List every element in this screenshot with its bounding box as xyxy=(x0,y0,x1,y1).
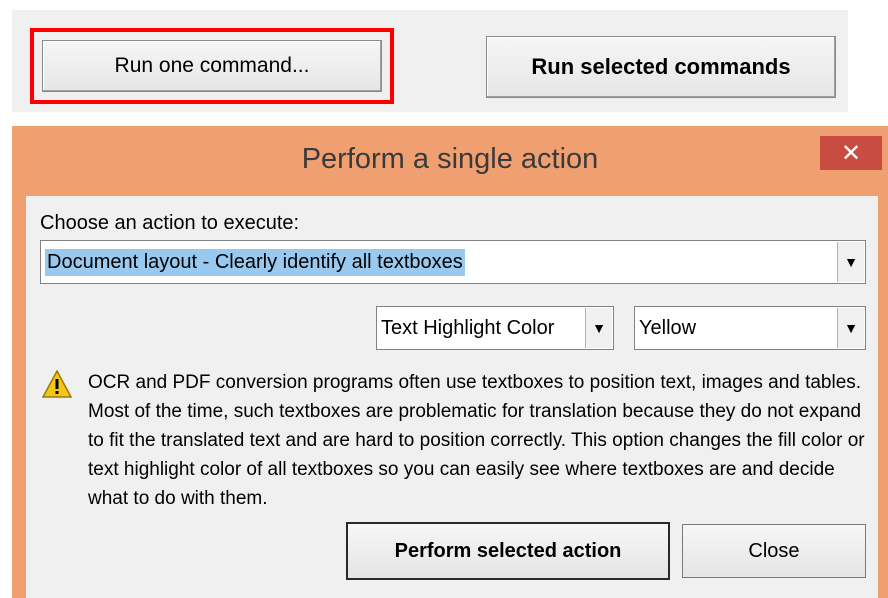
run-one-focus-outline: Run one command... xyxy=(30,28,394,104)
perform-single-action-dialog: Perform a single action ✕ Choose an acti… xyxy=(12,126,888,598)
chevron-down-icon[interactable]: ▼ xyxy=(837,242,864,282)
dialog-title: Perform a single action xyxy=(301,142,599,175)
action-select[interactable]: Document layout - Clearly identify all t… xyxy=(40,240,866,284)
chevron-down-icon[interactable]: ▼ xyxy=(585,308,612,348)
perform-selected-action-button[interactable]: Perform selected action xyxy=(346,522,670,580)
action-description: OCR and PDF conversion programs often us… xyxy=(88,372,865,509)
color-value: Yellow xyxy=(639,316,697,339)
highlight-type-select[interactable]: Text Highlight Color ▼ xyxy=(376,306,614,350)
choose-action-label: Choose an action to execute: xyxy=(40,212,300,234)
dialog-client-area: Choose an action to execute: Document la… xyxy=(26,196,878,598)
highlight-type-value: Text Highlight Color xyxy=(381,316,555,339)
close-icon[interactable]: ✕ xyxy=(820,136,882,170)
chevron-down-icon[interactable]: ▼ xyxy=(837,308,864,348)
action-selected-value: Document layout - Clearly identify all t… xyxy=(45,248,465,276)
warning-icon xyxy=(42,370,72,398)
run-selected-commands-button[interactable]: Run selected commands xyxy=(486,36,836,98)
close-button[interactable]: Close xyxy=(682,524,866,578)
color-select[interactable]: Yellow ▼ xyxy=(634,306,866,350)
run-one-command-button[interactable]: Run one command... xyxy=(42,40,382,92)
